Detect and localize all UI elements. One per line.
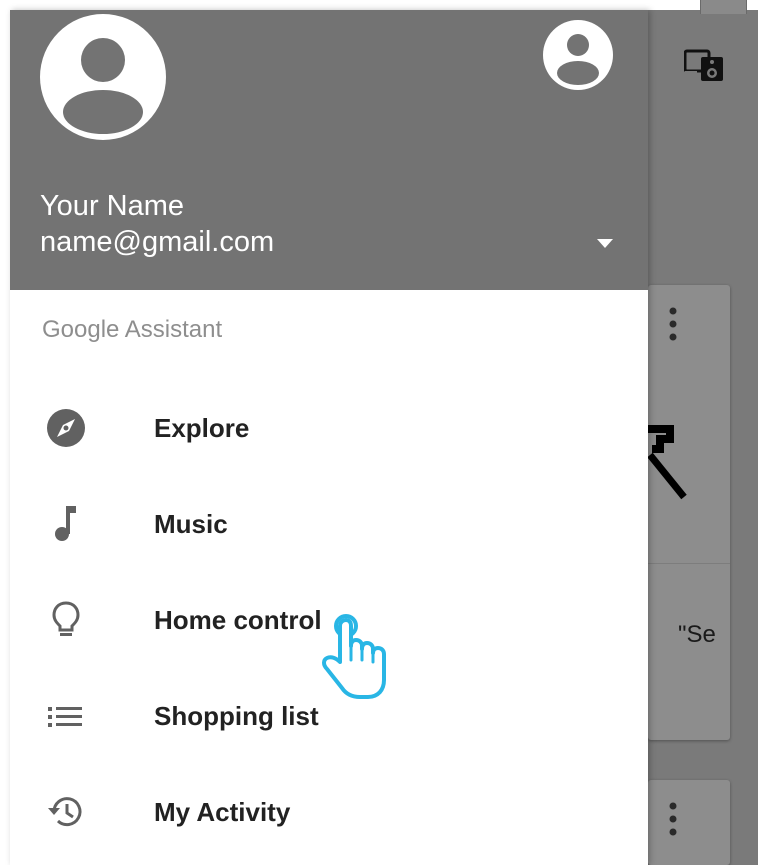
account-name: Your Name	[40, 190, 185, 222]
background-card[interactable]	[648, 780, 730, 865]
background-toolbar-edge	[700, 0, 747, 14]
person-icon	[63, 38, 143, 134]
nav-item-explore[interactable]: Explore	[10, 388, 648, 468]
lightbulb-icon	[52, 601, 80, 636]
card-graphic-icon	[648, 425, 687, 500]
person-icon	[557, 34, 599, 85]
secondary-account-avatar[interactable]	[543, 20, 613, 90]
more-vert-icon[interactable]	[668, 802, 678, 836]
music-note-icon	[55, 506, 76, 541]
nav-item-my-activity[interactable]: My Activity	[10, 772, 648, 852]
navigation-drawer: Your Name name@gmail.com Google Assistan…	[10, 10, 648, 865]
nav-item-label: Music	[154, 509, 228, 539]
dropdown-arrow-icon[interactable]	[595, 236, 615, 250]
nav-item-label: Home control	[154, 605, 322, 635]
cast-device-icon[interactable]	[684, 47, 726, 83]
history-icon	[48, 797, 82, 827]
nav-item-label: My Activity	[154, 797, 291, 827]
more-vert-icon[interactable]	[668, 307, 678, 341]
avatar[interactable]	[40, 14, 166, 140]
account-email: name@gmail.com	[40, 226, 275, 258]
tap-hand-cursor-icon	[322, 614, 386, 699]
card-text-snippet: "Se	[678, 621, 716, 648]
compass-icon	[47, 409, 85, 447]
section-header: Google Assistant	[42, 316, 223, 343]
list-icon	[48, 707, 82, 727]
nav-item-label: Explore	[154, 413, 250, 443]
drawer-header: Your Name name@gmail.com	[10, 10, 648, 290]
nav-item-label: Shopping list	[154, 701, 319, 731]
card-divider	[648, 563, 730, 564]
nav-item-music[interactable]: Music	[10, 484, 648, 564]
background-card[interactable]: "Se	[648, 285, 730, 740]
